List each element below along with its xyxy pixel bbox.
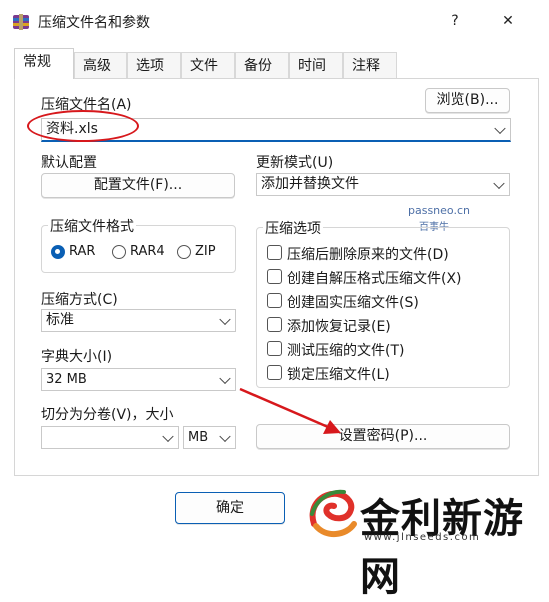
brand-logo-icon	[309, 489, 357, 537]
brand-watermark: 金利新游网 www.jlnseeds.com	[298, 480, 549, 600]
ok-button[interactable]: 确定	[175, 492, 285, 524]
tab-general[interactable]: 常规	[14, 48, 74, 79]
brand-url: www.jlnseeds.com	[364, 532, 481, 543]
dialog-window: 压缩文件名和参数 ? ✕ 常规 高级 选项 文件 备份 时间 注释 压缩文件名(…	[0, 0, 549, 600]
annotation-arrow	[239, 387, 341, 434]
brand-name: 金利新游网	[360, 495, 524, 600]
